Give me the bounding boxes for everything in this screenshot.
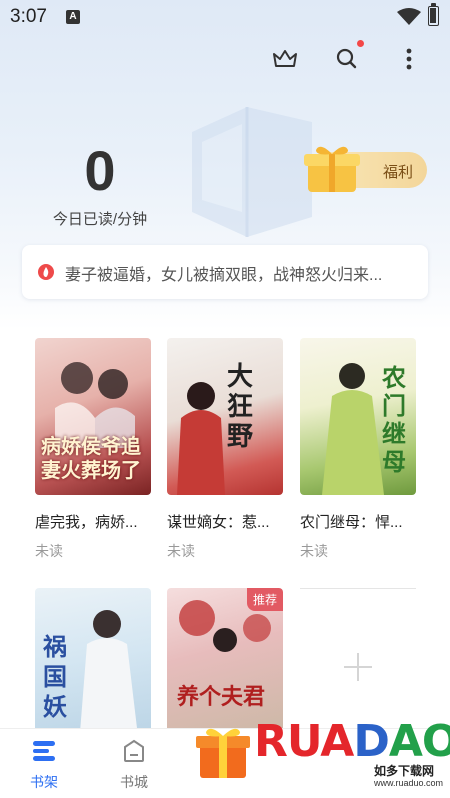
tab-bookshelf-label: 书架 bbox=[30, 774, 58, 790]
cover-title: 病娇侯爷追妻火葬场了 bbox=[41, 434, 141, 482]
search-notification-dot bbox=[357, 40, 364, 47]
notification-icon: A bbox=[66, 10, 80, 24]
book-title: 农门继母：悍... bbox=[300, 514, 403, 531]
watermark-brand: RUADAO bbox=[254, 716, 450, 767]
plus-icon bbox=[344, 653, 372, 681]
cover-title: 农门继母 bbox=[382, 363, 406, 476]
battery-icon bbox=[428, 3, 439, 26]
book-item[interactable]: 病娇侯爷追妻火葬场了 虐完我，病娇... 未读 bbox=[35, 338, 151, 561]
watermark: RUADAO 如多下载网 www.ruaduo.com bbox=[196, 712, 450, 797]
bookshelf-icon bbox=[33, 741, 55, 761]
book-cover[interactable]: 大狂野 bbox=[167, 338, 283, 495]
cover-title: 养个夫君 bbox=[177, 684, 266, 710]
status-bar: 3:07 A bbox=[0, 0, 450, 34]
book-status: 未读 bbox=[300, 543, 328, 559]
gift-box-icon bbox=[304, 146, 360, 192]
hot-flame-icon bbox=[38, 264, 54, 280]
cover-title: 大狂野 bbox=[227, 362, 254, 452]
book-item[interactable]: 祸国妖 bbox=[35, 588, 151, 745]
search-button[interactable] bbox=[332, 44, 362, 74]
welfare-label: 福利 bbox=[382, 164, 413, 181]
reading-minutes-value[interactable]: 0 bbox=[40, 138, 160, 203]
more-icon bbox=[406, 48, 412, 70]
banner-text: 妻子被逼婚，女儿被摘双眼，战神怒火归来... bbox=[65, 267, 383, 284]
crown-icon bbox=[273, 50, 297, 67]
status-time: 3:07 bbox=[10, 6, 47, 27]
search-icon bbox=[336, 48, 357, 69]
book-cover[interactable]: 祸国妖 bbox=[35, 588, 151, 745]
book-status: 未读 bbox=[35, 543, 63, 559]
book-title: 虐完我，病娇... bbox=[35, 514, 138, 531]
watermark-gift-icon bbox=[196, 728, 250, 778]
recommendation-banner[interactable]: 妻子被逼婚，女儿被摘双眼，战神怒火归来... bbox=[22, 245, 428, 299]
watermark-url: www.ruaduo.com bbox=[374, 778, 444, 788]
watermark-sub: 如多下载网 bbox=[374, 764, 435, 778]
book-item[interactable]: 大狂野 谋世嫡女：惹... 未读 bbox=[167, 338, 283, 561]
tab-bookstore-label: 书城 bbox=[120, 774, 148, 790]
cover-figures bbox=[177, 382, 225, 495]
wifi-icon bbox=[397, 8, 421, 25]
tab-bookshelf[interactable]: 书架 bbox=[14, 739, 74, 792]
book-title: 谋世嫡女：惹... bbox=[167, 514, 270, 531]
cover-title: 祸国妖 bbox=[43, 632, 67, 721]
book-status: 未读 bbox=[167, 543, 195, 559]
vip-crown-button[interactable] bbox=[270, 44, 300, 74]
reading-minutes-label: 今日已读/分钟 bbox=[52, 211, 148, 228]
book-cover[interactable]: 农门继母 bbox=[300, 338, 416, 495]
book-cover[interactable]: 病娇侯爷追妻火葬场了 bbox=[35, 338, 151, 495]
more-button[interactable] bbox=[394, 44, 424, 74]
recommend-tag: 推荐 bbox=[246, 588, 283, 611]
decorative-book-illustration bbox=[192, 107, 312, 237]
tab-bookstore[interactable]: 书城 bbox=[104, 739, 164, 792]
book-item[interactable]: 农门继母 农门继母：悍... 未读 bbox=[300, 338, 416, 561]
bookstore-icon bbox=[124, 739, 144, 762]
